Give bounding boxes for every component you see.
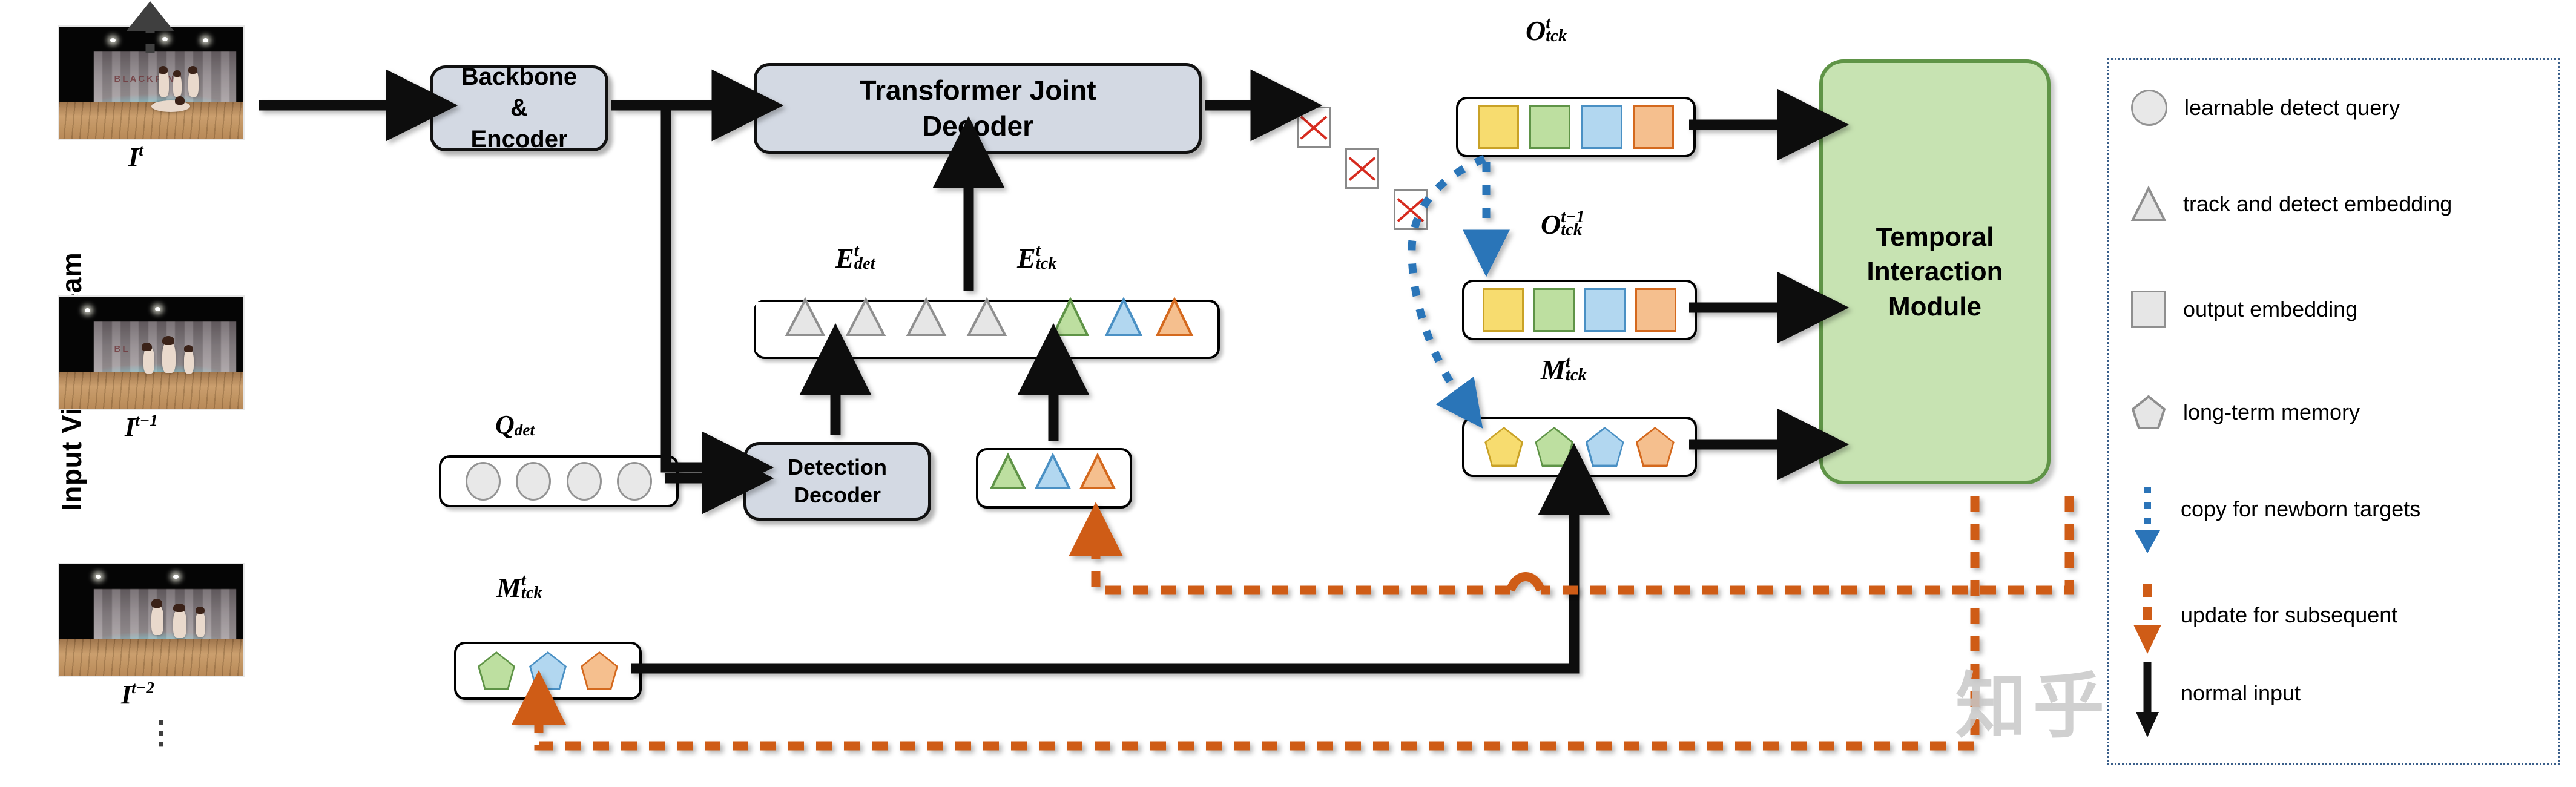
legend-label: long-term memory [2183,400,2360,424]
legend-item-normal-input[interactable]: normal input [2131,661,2301,740]
legend-label: track and detect embedding [2183,191,2452,216]
triangle-icon [2130,185,2167,222]
legend-item-copy-newborn-targets[interactable]: copy for newborn targets [2131,484,2420,556]
legend-item-update-for-subsequent[interactable]: update for subsequent [2131,581,2397,656]
legend-label: learnable detect query [2184,95,2400,120]
legend-label: update for subsequent [2181,602,2398,627]
legend-item-track-detect-embedding[interactable]: track and detect embedding [2130,185,2452,222]
arrow-down-black-solid-icon [2131,661,2164,740]
legend-label: copy for newborn targets [2181,496,2421,521]
blue-copy-arrows [1408,154,1510,429]
legend-item-learnable-detect-query[interactable]: learnable detect query [2131,90,2400,126]
circle-icon [2131,90,2167,126]
stream-up-arrowhead [126,1,174,31]
diagram-canvas: Input Video Stream BLACKPINK It BL [0,0,2576,787]
orange-update-arrows [512,496,2074,751]
black-flow-arrows [259,69,1850,674]
legend-item-long-term-memory[interactable]: long-term memory [2131,395,2360,430]
pentagon-icon [2131,395,2166,430]
arrow-down-blue-dotted-icon [2131,484,2164,556]
square-icon [2131,291,2166,328]
legend-label: normal input [2181,680,2301,705]
arrow-down-orange-dashed-icon [2131,581,2164,656]
legend-label: output embedding [2183,297,2358,321]
legend-item-output-embedding[interactable]: output embedding [2131,291,2357,328]
